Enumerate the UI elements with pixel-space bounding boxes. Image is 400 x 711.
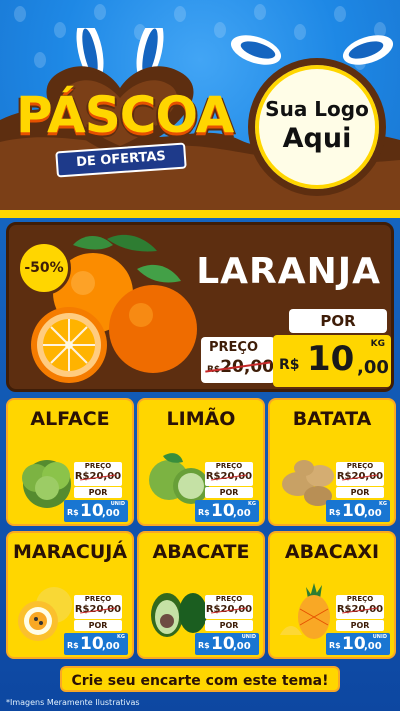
preco-label: PREÇO bbox=[84, 462, 112, 470]
preco-label: PREÇO bbox=[346, 462, 374, 470]
currency: R$ bbox=[198, 641, 210, 650]
product-card-3[interactable]: BATATA PREÇOR$20,00POR R$10,00KG bbox=[268, 398, 396, 526]
por-label: POR bbox=[74, 620, 122, 631]
currency: R$ bbox=[329, 641, 341, 650]
logo-text-line1: Sua Logo bbox=[265, 97, 369, 121]
header-divider bbox=[0, 210, 400, 218]
old-price-box: PREÇOR$20,00 bbox=[205, 595, 253, 619]
currency: R$ bbox=[329, 508, 341, 517]
por-label: POR bbox=[336, 620, 384, 631]
header-banner: PÁSCOA DE OFERTAS Sua Logo Aqui bbox=[0, 0, 400, 215]
price-tag: R$ 10,00 UNID bbox=[195, 633, 259, 655]
product-card-1[interactable]: ALFACE PREÇOR$20,00POR R$10,00UNID bbox=[6, 398, 134, 526]
flyer-page: PÁSCOA DE OFERTAS Sua Logo Aqui -50% LAR… bbox=[0, 0, 400, 711]
price-dec: ,00 bbox=[364, 641, 382, 652]
old-price-box: PREÇOR$20,00 bbox=[74, 595, 122, 619]
price-int: 10 bbox=[80, 501, 104, 521]
currency: R$ bbox=[67, 641, 79, 650]
product-card-6[interactable]: ABACAXI PREÇOR$20,00POR R$10,00UNID bbox=[268, 531, 396, 659]
unit: KG bbox=[117, 634, 125, 640]
unit: UNID bbox=[372, 634, 387, 640]
discount-badge: -50% bbox=[17, 241, 71, 295]
old-price-box: PREÇOR$20,00 bbox=[336, 462, 384, 486]
preco-label: PREÇO bbox=[215, 462, 243, 470]
price-tag: R$ 10,00 KG bbox=[195, 500, 259, 522]
old-price-box: PREÇOR$20,00 bbox=[74, 462, 122, 486]
price-int: 10 bbox=[342, 634, 366, 654]
preco-label: PREÇO bbox=[346, 595, 374, 603]
hero-price-dec: ,00 bbox=[357, 357, 389, 378]
product-name: ABACAXI bbox=[284, 541, 380, 563]
unit: KG bbox=[379, 501, 387, 507]
unit: KG bbox=[248, 501, 256, 507]
currency: R$ bbox=[198, 508, 210, 517]
hero-old-price-box: PREÇO R$20,00 bbox=[201, 337, 275, 383]
price-int: 10 bbox=[211, 634, 235, 654]
unit: UNID bbox=[110, 501, 125, 507]
hero-por-label: POR bbox=[289, 309, 387, 333]
logo-text-line2: Aqui bbox=[282, 123, 352, 154]
footnote: *Imagens Meramente Ilustrativas bbox=[6, 698, 140, 707]
product-name: LIMÃO bbox=[166, 408, 236, 430]
price-tag: R$ 10,00 UNID bbox=[326, 633, 390, 655]
price-dec: ,00 bbox=[233, 508, 251, 519]
hero-currency: R$ bbox=[279, 357, 300, 373]
cta-banner[interactable]: Crie seu encarte com este tema! bbox=[60, 666, 340, 692]
price-dec: ,00 bbox=[364, 508, 382, 519]
price-dec: ,00 bbox=[102, 508, 120, 519]
hero-offer-card[interactable]: -50% LARANJA POR PREÇO R$20,00 R$ 10 ,00… bbox=[6, 222, 394, 392]
product-card-5[interactable]: ABACATE PREÇOR$20,00POR R$10,00UNID bbox=[137, 531, 265, 659]
preco-label: PREÇO bbox=[215, 595, 243, 603]
price-int: 10 bbox=[80, 634, 104, 654]
price-dec: ,00 bbox=[102, 641, 120, 652]
price-tag: R$ 10,00 KG bbox=[326, 500, 390, 522]
hero-price-int: 10 bbox=[307, 339, 355, 379]
product-name: ALFACE bbox=[30, 408, 110, 430]
currency: R$ bbox=[67, 508, 79, 517]
por-label: POR bbox=[74, 487, 122, 498]
hero-preco-label: PREÇO bbox=[209, 340, 259, 355]
product-name: MARACUJÁ bbox=[12, 541, 128, 563]
product-name: BATATA bbox=[292, 408, 372, 430]
hero-price-tag: R$ 10 ,00 KG bbox=[273, 335, 391, 387]
price-tag: R$ 10,00 UNID bbox=[64, 500, 128, 522]
product-card-4[interactable]: MARACUJÁ PREÇOR$20,00POR R$10,00KG bbox=[6, 531, 134, 659]
logo-placeholder[interactable]: Sua Logo Aqui bbox=[248, 58, 386, 196]
product-card-2[interactable]: LIMÃO PREÇOR$20,00POR R$10,00KG bbox=[137, 398, 265, 526]
price-int: 10 bbox=[211, 501, 235, 521]
por-label: POR bbox=[205, 620, 253, 631]
old-price-box: PREÇOR$20,00 bbox=[336, 595, 384, 619]
preco-label: PREÇO bbox=[84, 595, 112, 603]
hero-unit: KG bbox=[370, 339, 385, 349]
hero-product-name: LARANJA bbox=[196, 251, 381, 292]
price-int: 10 bbox=[342, 501, 366, 521]
price-dec: ,00 bbox=[233, 641, 251, 652]
old-price-box: PREÇOR$20,00 bbox=[205, 462, 253, 486]
por-label: POR bbox=[336, 487, 384, 498]
product-name: ABACATE bbox=[152, 541, 250, 563]
por-label: POR bbox=[205, 487, 253, 498]
title-pascoa: PÁSCOA bbox=[16, 86, 234, 144]
unit: UNID bbox=[241, 634, 256, 640]
price-tag: R$ 10,00 KG bbox=[64, 633, 128, 655]
